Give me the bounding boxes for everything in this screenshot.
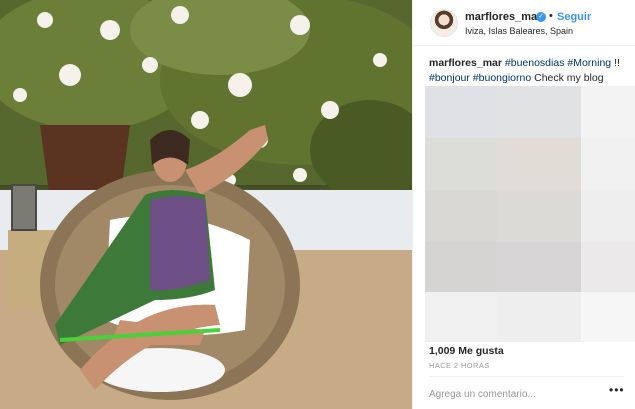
blurred-tile (425, 86, 497, 138)
blurred-tile (497, 242, 581, 292)
photo-illustration (0, 0, 412, 409)
blurred-tile (581, 292, 635, 342)
comment-input[interactable] (429, 385, 599, 403)
blurred-tile (581, 86, 635, 138)
likes-count[interactable]: 1,009 Me gusta (429, 345, 504, 357)
caption-username-link[interactable]: marflores_mar (429, 57, 502, 69)
follow-button[interactable]: Seguir (557, 11, 591, 23)
blurred-tile (425, 292, 497, 342)
blurred-tile (425, 190, 497, 242)
caption-fragment: !! (611, 57, 620, 69)
hashtag-link[interactable]: #Morning (567, 57, 611, 69)
blurred-tile (497, 86, 581, 138)
blurred-tile (425, 242, 497, 292)
post-timestamp: HACE 2 HORAS (429, 361, 490, 370)
post-photo[interactable] (0, 0, 412, 409)
avatar[interactable] (430, 9, 458, 37)
blurred-tile (497, 190, 581, 242)
post-header: marflores_mar ✓ • Seguir Iviza, Islas Ba… (413, 0, 635, 46)
caption-fragment: Check my blog (531, 72, 604, 84)
hashtag-link[interactable]: #buongiorno (473, 72, 531, 84)
location-link[interactable]: Iviza, Islas Baleares, Spain (465, 26, 573, 36)
hashtag-link[interactable]: #buenosdias (505, 57, 565, 69)
post-sidebar: marflores_mar ✓ • Seguir Iviza, Islas Ba… (412, 0, 635, 409)
blurred-tile (581, 190, 635, 242)
blurred-tile (581, 138, 635, 190)
post-caption: marflores_mar #buenosdias #Morning !! #b… (429, 56, 629, 86)
more-options-icon[interactable]: ••• (609, 383, 625, 397)
blurred-tile (497, 138, 581, 190)
blurred-tile (425, 138, 497, 190)
hashtag-link[interactable]: #bonjour (429, 72, 470, 84)
blurred-tile (497, 292, 581, 342)
blurred-tile (581, 242, 635, 292)
divider (429, 376, 624, 377)
blurred-comments (425, 86, 635, 342)
separator-dot: • (549, 10, 553, 22)
username-link[interactable]: marflores_mar (465, 11, 541, 23)
verified-badge-icon: ✓ (536, 12, 546, 22)
